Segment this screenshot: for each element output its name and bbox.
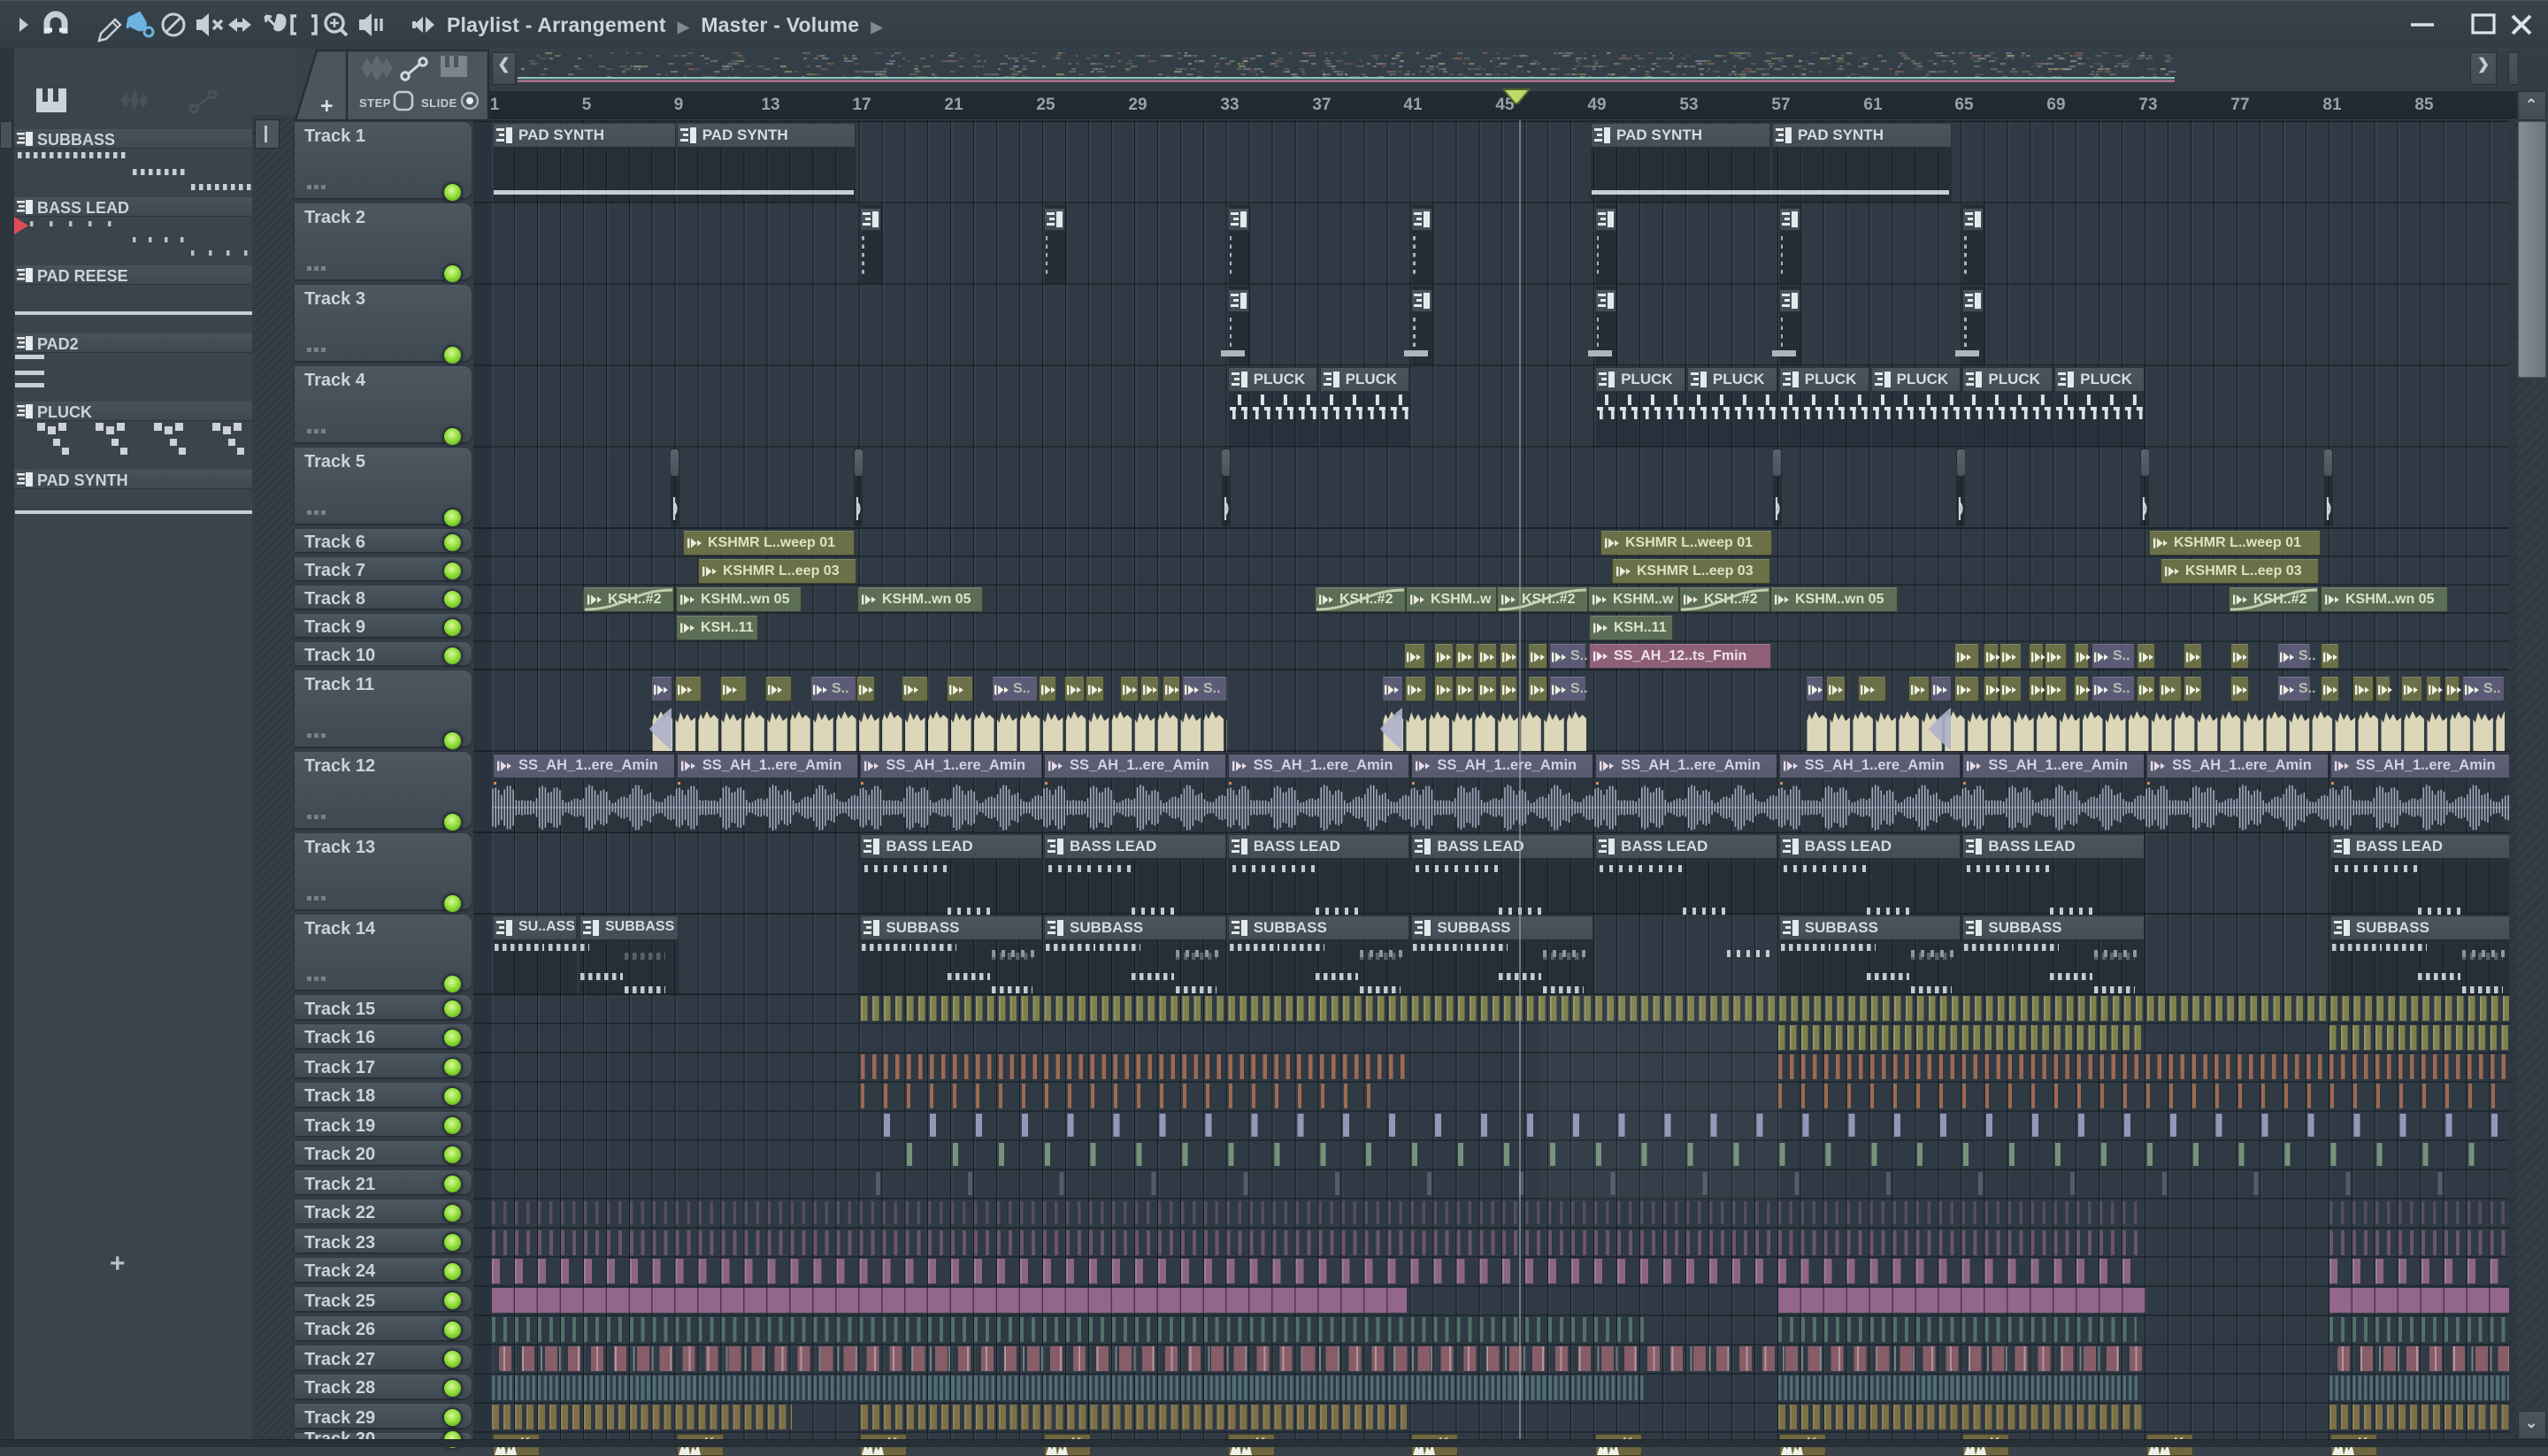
svg-text:STEP: STEP (359, 96, 391, 110)
svg-text:SLIDE: SLIDE (421, 96, 457, 110)
svg-text:+: + (320, 94, 334, 119)
